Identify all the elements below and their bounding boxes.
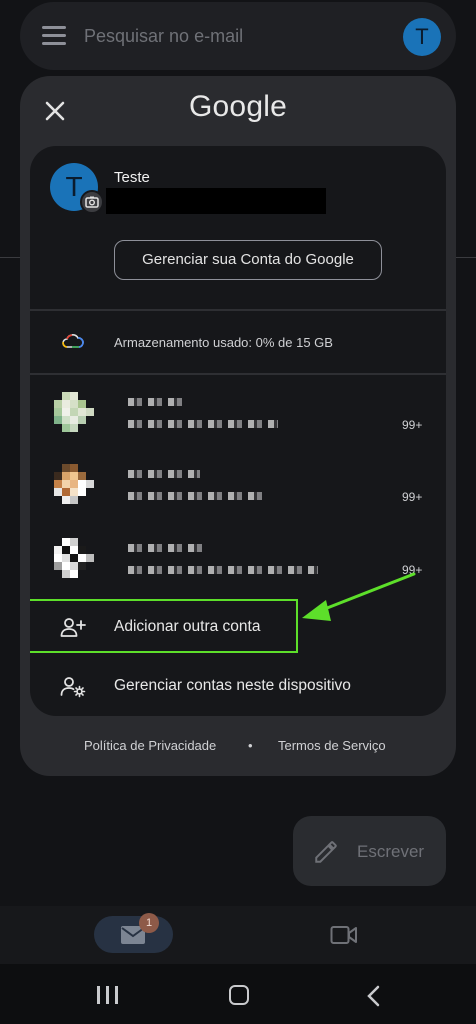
privacy-policy-link[interactable]: Política de Privacidade — [84, 738, 216, 753]
unread-count: 99+ — [402, 563, 423, 577]
mail-badge: 1 — [139, 913, 159, 933]
redacted-email — [106, 188, 326, 214]
menu-icon[interactable] — [42, 26, 66, 46]
redacted-email — [128, 566, 318, 574]
storage-usage[interactable]: Armazenamento usado: 0% de 15 GB — [114, 335, 333, 350]
manage-google-account-button[interactable]: Gerenciar sua Conta do Google — [114, 240, 382, 280]
account-avatar — [54, 392, 94, 432]
account-avatar[interactable]: T — [403, 18, 441, 56]
account-avatar — [54, 538, 94, 578]
back-icon[interactable] — [364, 985, 384, 1007]
camera-icon[interactable] — [80, 190, 104, 214]
terms-of-service-link[interactable]: Termos de Serviço — [278, 738, 386, 753]
redacted-name — [128, 544, 208, 552]
redacted-email — [128, 492, 268, 500]
redacted-name — [128, 398, 188, 406]
account-name: Teste — [114, 169, 150, 186]
pencil-icon — [315, 841, 337, 863]
add-account-button[interactable]: Adicionar outra conta — [30, 599, 446, 654]
divider — [456, 257, 476, 258]
other-account-item[interactable]: 99+ — [30, 392, 446, 464]
footer-separator: • — [248, 738, 253, 753]
divider — [30, 373, 446, 375]
nav-mail[interactable]: 1 — [94, 913, 173, 953]
compose-button[interactable]: Escrever — [293, 816, 446, 886]
add-person-icon — [60, 618, 86, 637]
divider — [30, 309, 446, 311]
other-account-item[interactable]: 99+ — [30, 464, 446, 536]
recents-icon[interactable] — [97, 986, 119, 1004]
home-icon[interactable] — [229, 985, 249, 1005]
divider — [0, 257, 20, 258]
account-switcher-sheet: Google T Teste Gerenciar sua Conta do Go… — [20, 76, 456, 776]
redacted-email — [128, 420, 278, 428]
manage-device-accounts-button[interactable]: Gerenciar contas neste dispositivo — [30, 661, 446, 713]
accounts-card: T Teste Gerenciar sua Conta do Google Ar… — [30, 146, 446, 716]
redacted-name — [128, 470, 200, 478]
search-bar[interactable]: Pesquisar no e-mail T — [20, 2, 456, 70]
search-input[interactable]: Pesquisar no e-mail — [84, 26, 243, 47]
manage-device-accounts-label: Gerenciar contas neste dispositivo — [114, 677, 351, 694]
unread-count: 99+ — [402, 490, 423, 504]
account-avatar — [54, 464, 94, 504]
video-camera-icon[interactable] — [330, 924, 358, 946]
add-account-label: Adicionar outra conta — [114, 618, 261, 635]
compose-label: Escrever — [357, 842, 425, 861]
unread-count: 99+ — [402, 418, 423, 432]
bottom-navigation: 1 — [0, 906, 476, 964]
google-logo: Google — [189, 90, 287, 123]
cloud-icon — [62, 334, 84, 348]
manage-accounts-icon — [60, 677, 86, 698]
system-navigation — [0, 964, 476, 1024]
